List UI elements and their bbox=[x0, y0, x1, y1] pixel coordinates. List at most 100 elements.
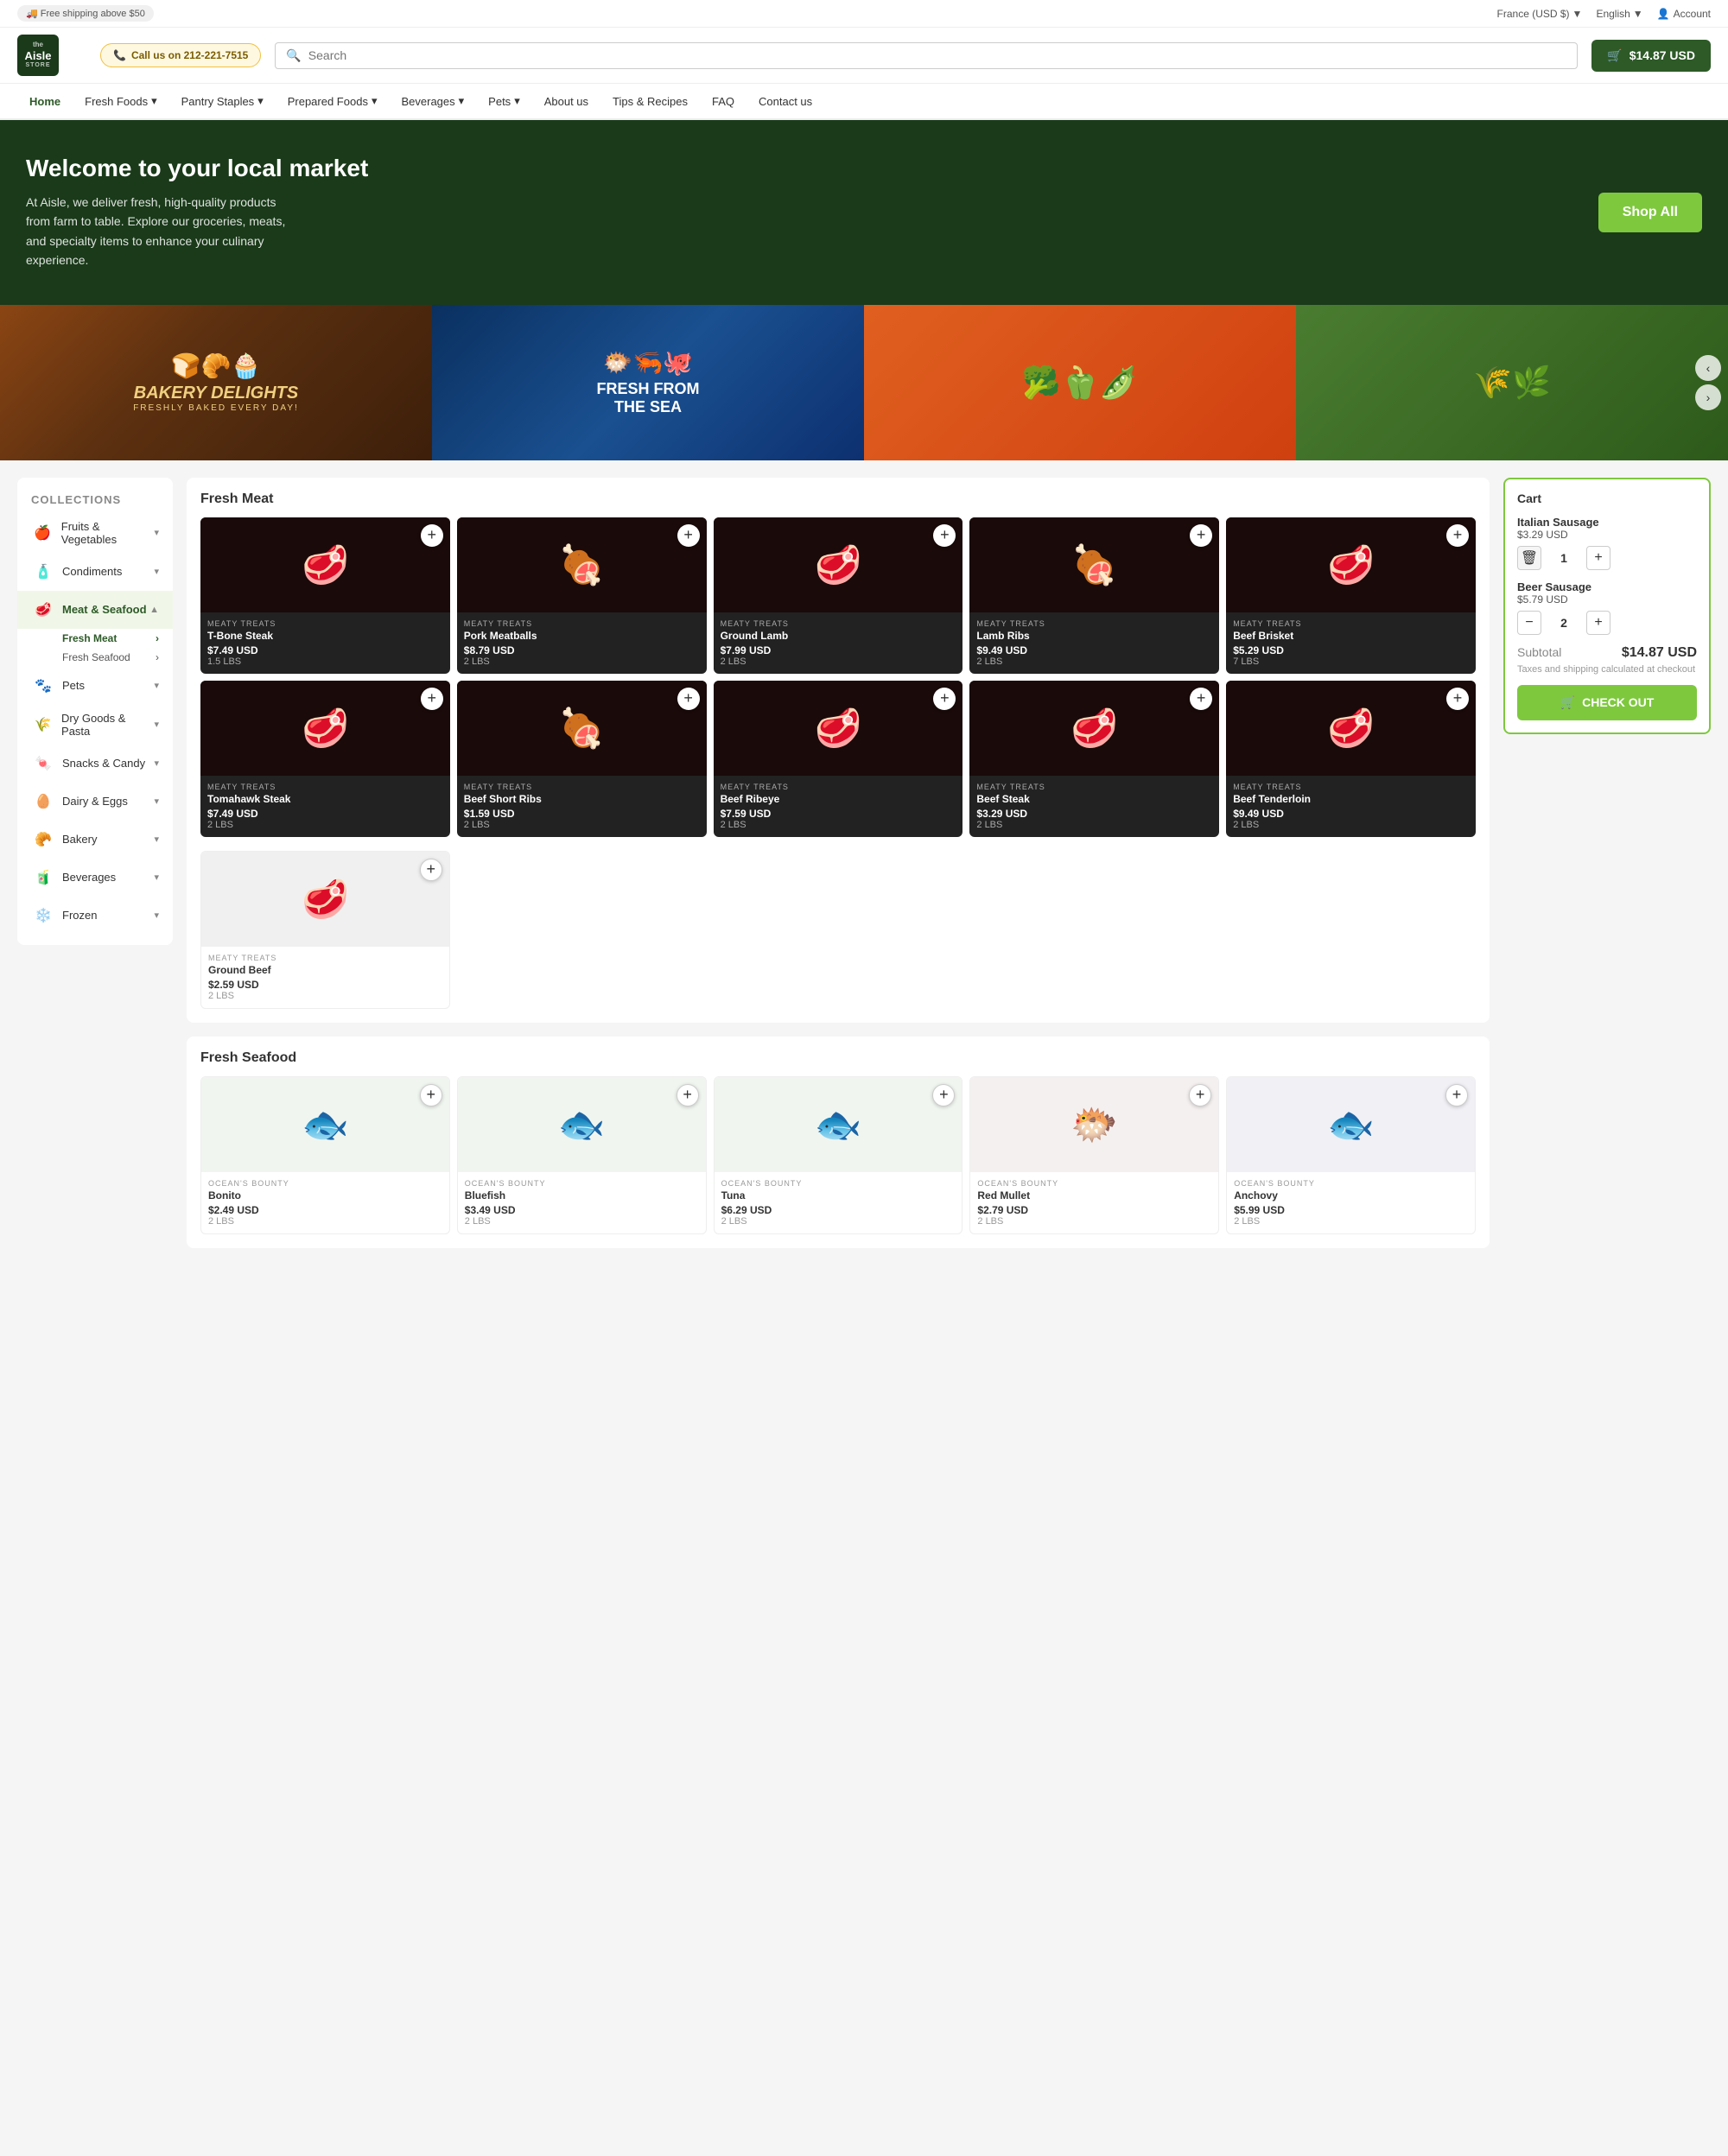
sidebar-label-fruits: Fruits & Vegetables bbox=[61, 520, 155, 546]
add-tbone-button[interactable]: + bbox=[421, 524, 443, 547]
language-selector[interactable]: English ▼ bbox=[1596, 8, 1642, 20]
decrease-beer-sausage-button[interactable]: − bbox=[1517, 611, 1541, 635]
cart-title: Cart bbox=[1517, 491, 1697, 505]
product-tbone-steak[interactable]: 🥩 + MEATY TREATS T-Bone Steak $7.49 USD … bbox=[200, 517, 450, 674]
delete-italian-sausage-button[interactable]: 🗑 bbox=[1517, 546, 1541, 570]
product-red-mullet[interactable]: 🐡 + OCEAN'S BOUNTY Red Mullet $2.79 USD … bbox=[969, 1076, 1219, 1234]
nav-pantry-staples[interactable]: Pantry Staples ▾ bbox=[169, 84, 276, 118]
phone-icon: 📞 bbox=[113, 49, 126, 61]
sidebar-item-fruits-vegetables[interactable]: 🍎 Fruits & Vegetables ▾ bbox=[17, 513, 173, 553]
hero-title: Welcome to your local market bbox=[26, 155, 368, 182]
banner-next-button[interactable]: › bbox=[1695, 384, 1721, 410]
banner-fields[interactable]: 🌾🌿 ‹ › bbox=[1296, 305, 1728, 460]
nav-home[interactable]: Home bbox=[17, 85, 73, 118]
dairy-chevron-icon: ▾ bbox=[154, 796, 159, 807]
product-beef-tenderloin[interactable]: 🥩 + MEATY TREATS Beef Tenderloin $9.49 U… bbox=[1226, 681, 1476, 837]
top-bar: 🚚 Free shipping above $50 France (USD $)… bbox=[0, 0, 1728, 28]
banner-bakery[interactable]: 🍞🥐🧁 BAKERY DELIGHTS FRESHLY BAKED EVERY … bbox=[0, 305, 432, 460]
add-anchovy-button[interactable]: + bbox=[1445, 1084, 1468, 1107]
sidebar-item-snacks[interactable]: 🍬 Snacks & Candy ▾ bbox=[17, 745, 173, 783]
beef-steak-name: Beef Steak bbox=[976, 793, 1212, 805]
add-lamb-ribs-button[interactable]: + bbox=[1190, 524, 1212, 547]
nav-contact-us[interactable]: Contact us bbox=[746, 85, 824, 118]
product-bluefish[interactable]: 🐟 + OCEAN'S BOUNTY Bluefish $3.49 USD 2 … bbox=[457, 1076, 707, 1234]
sidebar-item-pets[interactable]: 🐾 Pets ▾ bbox=[17, 667, 173, 705]
add-beef-brisket-button[interactable]: + bbox=[1446, 524, 1469, 547]
add-bluefish-button[interactable]: + bbox=[677, 1084, 699, 1107]
short-ribs-img: 🍖 bbox=[457, 681, 707, 776]
product-ground-lamb[interactable]: 🥩 + MEATY TREATS Ground Lamb $7.99 USD 2… bbox=[714, 517, 963, 674]
product-pork-meatballs[interactable]: 🍖 + MEATY TREATS Pork Meatballs $8.79 US… bbox=[457, 517, 707, 674]
product-beef-steak[interactable]: 🥩 + MEATY TREATS Beef Steak $3.29 USD 2 … bbox=[969, 681, 1219, 837]
cart-item-italian-sausage-controls: 🗑 1 + bbox=[1517, 546, 1697, 570]
cart-item-beer-sausage-controls: − 2 + bbox=[1517, 611, 1697, 635]
add-bonito-button[interactable]: + bbox=[420, 1084, 442, 1107]
add-ribeye-button[interactable]: + bbox=[933, 688, 956, 710]
product-tomahawk-steak[interactable]: 🥩 + MEATY TREATS Tomahawk Steak $7.49 US… bbox=[200, 681, 450, 837]
nav-faq[interactable]: FAQ bbox=[700, 85, 746, 118]
nav-beverages[interactable]: Beverages ▾ bbox=[389, 84, 476, 118]
shop-all-button[interactable]: Shop All bbox=[1598, 193, 1702, 232]
red-mullet-img: 🐡 bbox=[970, 1077, 1218, 1172]
sidebar-item-beverages[interactable]: 🧃 Beverages ▾ bbox=[17, 859, 173, 897]
add-tenderloin-button[interactable]: + bbox=[1446, 688, 1469, 710]
sidebar-item-condiments[interactable]: 🧴 Condiments ▾ bbox=[17, 553, 173, 591]
sidebar-sub-fresh-seafood[interactable]: Fresh Seafood › bbox=[17, 648, 173, 667]
banner-prev-button[interactable]: ‹ bbox=[1695, 355, 1721, 381]
product-lamb-ribs[interactable]: 🍖 + MEATY TREATS Lamb Ribs $9.49 USD 2 L… bbox=[969, 517, 1219, 674]
sidebar-item-bakery[interactable]: 🥐 Bakery ▾ bbox=[17, 821, 173, 859]
add-ground-lamb-button[interactable]: + bbox=[933, 524, 956, 547]
product-tuna[interactable]: 🐟 + OCEAN'S BOUNTY Tuna $6.29 USD 2 LBS bbox=[714, 1076, 963, 1234]
increase-beer-sausage-button[interactable]: + bbox=[1586, 611, 1610, 635]
ground-beef-price: $2.59 USD bbox=[208, 979, 442, 991]
call-us-badge[interactable]: 📞 Call us on 212-221-7515 bbox=[100, 43, 261, 67]
cart-button[interactable]: 🛒 $14.87 USD bbox=[1591, 40, 1711, 72]
increase-italian-sausage-button[interactable]: + bbox=[1586, 546, 1610, 570]
add-red-mullet-button[interactable]: + bbox=[1189, 1084, 1211, 1107]
sidebar-item-dry-goods[interactable]: 🌾 Dry Goods & Pasta ▾ bbox=[17, 705, 173, 745]
currency-selector[interactable]: France (USD $) ▼ bbox=[1497, 8, 1583, 20]
red-mullet-weight: 2 LBS bbox=[977, 1216, 1211, 1227]
nav-prepared-foods[interactable]: Prepared Foods ▾ bbox=[276, 84, 390, 118]
ground-lamb-info: MEATY TREATS Ground Lamb $7.99 USD 2 LBS bbox=[714, 612, 963, 674]
sidebar-label-snacks: Snacks & Candy bbox=[62, 757, 145, 770]
sidebar-item-meat-seafood[interactable]: 🥩 Meat & Seafood ▲ bbox=[17, 591, 173, 629]
add-short-ribs-button[interactable]: + bbox=[677, 688, 700, 710]
cart-icon: 🛒 bbox=[1607, 48, 1622, 63]
lamb-ribs-info: MEATY TREATS Lamb Ribs $9.49 USD 2 LBS bbox=[969, 612, 1219, 674]
bonito-info: OCEAN'S BOUNTY Bonito $2.49 USD 2 LBS bbox=[201, 1172, 449, 1233]
nav-fresh-foods[interactable]: Fresh Foods ▾ bbox=[73, 84, 169, 118]
product-beef-ribeye[interactable]: 🥩 + MEATY TREATS Beef Ribeye $7.59 USD 2… bbox=[714, 681, 963, 837]
banner-sea[interactable]: 🐡🦐🐙 FRESH FROMTHE SEA bbox=[432, 305, 864, 460]
product-bonito[interactable]: 🐟 + OCEAN'S BOUNTY Bonito $2.49 USD 2 LB… bbox=[200, 1076, 450, 1234]
tomahawk-price: $7.49 USD bbox=[207, 808, 443, 820]
add-ground-beef-button[interactable]: + bbox=[420, 859, 442, 881]
nav-tips-recipes[interactable]: Tips & Recipes bbox=[600, 85, 700, 118]
sidebar-sub-fresh-meat[interactable]: Fresh Meat › bbox=[17, 629, 173, 648]
checkout-button[interactable]: 🛒 CHECK OUT bbox=[1517, 685, 1697, 720]
product-beef-short-ribs[interactable]: 🍖 + MEATY TREATS Beef Short Ribs $1.59 U… bbox=[457, 681, 707, 837]
sidebar-label-beverages: Beverages bbox=[62, 871, 116, 884]
product-ground-beef[interactable]: 🥩 + MEATY TREATS Ground Beef $2.59 USD 2… bbox=[200, 851, 450, 1009]
account-link[interactable]: 👤 Account bbox=[1657, 8, 1711, 20]
beef-brisket-brand: MEATY TREATS bbox=[1233, 619, 1469, 628]
sidebar-item-dairy[interactable]: 🥚 Dairy & Eggs ▾ bbox=[17, 783, 173, 821]
banner-veggies[interactable]: 🥦🫑🫛 bbox=[864, 305, 1296, 460]
add-meatballs-button[interactable]: + bbox=[677, 524, 700, 547]
sidebar-item-frozen[interactable]: ❄️ Frozen ▾ bbox=[17, 897, 173, 935]
nav-about-us[interactable]: About us bbox=[532, 85, 600, 118]
account-icon: 👤 bbox=[1657, 8, 1670, 20]
search-input[interactable] bbox=[308, 48, 1566, 62]
add-tomahawk-button[interactable]: + bbox=[421, 688, 443, 710]
product-anchovy[interactable]: 🐟 + OCEAN'S BOUNTY Anchovy $5.99 USD 2 L… bbox=[1226, 1076, 1476, 1234]
search-bar[interactable]: 🔍 bbox=[275, 42, 1578, 69]
sidebar-label-bakery: Bakery bbox=[62, 833, 97, 846]
add-tuna-button[interactable]: + bbox=[932, 1084, 955, 1107]
lamb-ribs-img: 🍖 bbox=[969, 517, 1219, 612]
cart-item-beer-sausage: Beer Sausage $5.79 USD − 2 + bbox=[1517, 580, 1697, 635]
logo[interactable]: the Aisle STORE bbox=[17, 35, 86, 76]
product-beef-brisket[interactable]: 🥩 + MEATY TREATS Beef Brisket $5.29 USD … bbox=[1226, 517, 1476, 674]
add-beef-steak-button[interactable]: + bbox=[1190, 688, 1212, 710]
sidebar-label-dairy: Dairy & Eggs bbox=[62, 795, 128, 808]
nav-pets[interactable]: Pets ▾ bbox=[476, 84, 532, 118]
